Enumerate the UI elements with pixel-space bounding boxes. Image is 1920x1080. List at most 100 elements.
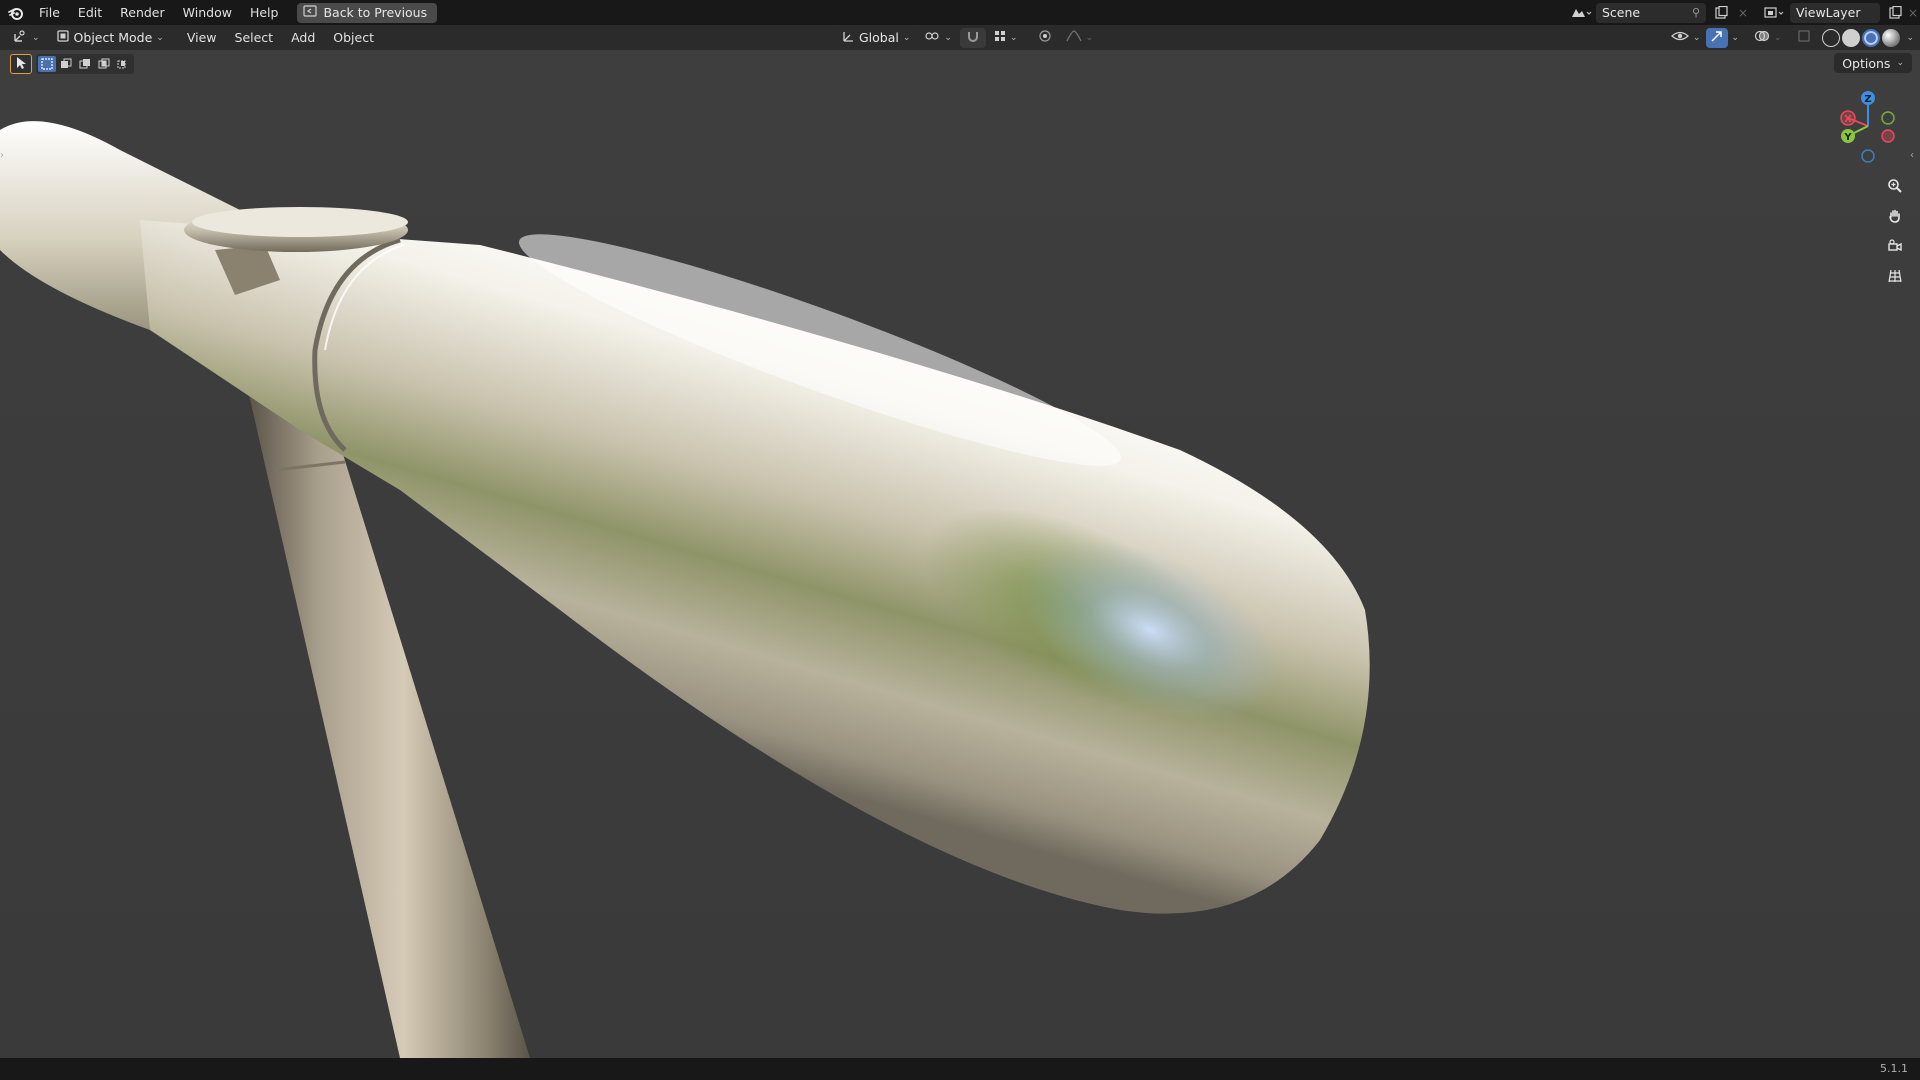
view-layer-selector-icon[interactable] xyxy=(1760,3,1790,23)
proportional-editing-icon xyxy=(1038,29,1052,46)
back-to-previous-label: Back to Previous xyxy=(323,5,428,20)
view-layer-name: ViewLayer xyxy=(1796,5,1861,20)
transform-orientation-dropdown[interactable]: Global ⌄ xyxy=(835,27,917,48)
grid-perspective-icon xyxy=(1887,268,1903,287)
chevron-down-icon: ⌄ xyxy=(1009,32,1018,43)
pin-icon[interactable]: ⚲ xyxy=(1692,6,1700,19)
viewport-header: ⌄ Object Mode ⌄ View Select Add Object G… xyxy=(0,25,1920,50)
new-view-layer-icon[interactable] xyxy=(1884,3,1906,23)
selection-mode-group xyxy=(36,54,134,74)
hand-icon xyxy=(1887,208,1903,227)
editor-type-icon xyxy=(12,29,28,46)
object-mode-label: Object Mode xyxy=(73,30,153,45)
material-preview-shading-button[interactable] xyxy=(1862,28,1881,47)
snap-grid-icon xyxy=(994,30,1006,45)
eye-selectability-icon xyxy=(1670,29,1689,46)
view-layer-name-field[interactable]: ViewLayer xyxy=(1790,2,1880,23)
disc-cap-top xyxy=(192,207,408,237)
select-tool-button[interactable] xyxy=(10,54,32,74)
pan-button[interactable] xyxy=(1882,204,1908,230)
top-bar: File Edit Render Window Help Back to Pre… xyxy=(0,0,1920,25)
solid-shading-button[interactable] xyxy=(1842,28,1861,47)
chevron-down-icon: ⌄ xyxy=(902,32,911,43)
blender-logo-icon[interactable] xyxy=(2,0,30,25)
pivot-icon xyxy=(924,29,940,46)
xray-toggle[interactable] xyxy=(1793,27,1816,48)
menu-window[interactable]: Window xyxy=(174,0,241,25)
shading-options-dropdown[interactable]: ⌄ xyxy=(1903,27,1920,48)
toolbar-expand-icon[interactable]: › xyxy=(0,150,8,166)
wireframe-shading-button[interactable] xyxy=(1822,28,1841,47)
proportional-falloff-dropdown[interactable]: ⌄ xyxy=(1059,27,1100,48)
select-subtract-button[interactable] xyxy=(76,56,94,72)
snap-target-dropdown[interactable]: ⌄ xyxy=(987,27,1024,48)
chevron-down-icon: ⌄ xyxy=(1896,58,1904,68)
scene-name: Scene xyxy=(1602,5,1641,20)
perspective-toggle-button[interactable] xyxy=(1882,264,1908,290)
editor-type-dropdown[interactable]: ⌄ xyxy=(6,27,46,48)
chevron-down-icon: ⌄ xyxy=(1906,32,1914,43)
zoom-icon xyxy=(1887,178,1903,197)
options-dropdown[interactable]: Options ⌄ xyxy=(1834,53,1912,73)
delete-scene-icon[interactable]: × xyxy=(1732,3,1754,23)
select-invert-button[interactable] xyxy=(95,56,113,72)
navigation-gizmo[interactable]: Z X Y xyxy=(1822,86,1902,166)
menu-object[interactable]: Object xyxy=(324,30,383,45)
scene-render[interactable] xyxy=(0,50,1920,1058)
sidebar-expand-icon[interactable]: ‹ xyxy=(1910,150,1918,166)
chevron-down-icon: ⌄ xyxy=(944,32,952,43)
tool-row xyxy=(10,53,134,75)
camera-view-button[interactable] xyxy=(1882,234,1908,260)
object-visibility-dropdown[interactable]: ⌄ xyxy=(1664,27,1707,48)
proportional-editing-toggle[interactable] xyxy=(1031,27,1058,48)
gizmo-neg-x[interactable] xyxy=(1881,129,1895,143)
chevron-down-icon: ⌄ xyxy=(32,32,40,43)
options-label: Options xyxy=(1842,55,1891,71)
chevron-down-icon: ⌄ xyxy=(1085,32,1094,43)
back-icon xyxy=(303,5,318,20)
falloff-curve-icon xyxy=(1065,30,1082,45)
chevron-down-icon: ⌄ xyxy=(1773,32,1782,43)
gizmo-icon xyxy=(1710,29,1724,46)
menu-help[interactable]: Help xyxy=(241,0,288,25)
orientation-label: Global xyxy=(859,30,899,45)
back-to-previous-button[interactable]: Back to Previous xyxy=(297,2,438,23)
new-scene-icon[interactable] xyxy=(1710,3,1732,23)
overlays-icon xyxy=(1754,29,1770,46)
chevron-down-icon: ⌄ xyxy=(1692,32,1701,43)
gizmo-y-label: Y xyxy=(1843,132,1852,143)
menu-edit[interactable]: Edit xyxy=(69,0,111,25)
select-new-button[interactable] xyxy=(38,56,56,72)
rendered-shading-button[interactable] xyxy=(1882,28,1901,47)
select-intersect-button[interactable] xyxy=(114,56,132,72)
menu-file[interactable]: File xyxy=(30,0,69,25)
delete-view-layer-icon[interactable]: × xyxy=(1906,3,1920,23)
menu-view[interactable]: View xyxy=(178,30,226,45)
cursor-icon xyxy=(15,56,27,73)
snap-toggle[interactable] xyxy=(959,27,986,48)
object-mode-icon xyxy=(56,29,70,46)
orientation-icon xyxy=(841,29,855,46)
scene-selector-icon[interactable] xyxy=(1566,3,1596,23)
status-bar: 5.1.1 xyxy=(0,1058,1920,1080)
menu-add[interactable]: Add xyxy=(282,30,324,45)
camera-icon xyxy=(1887,238,1903,257)
chevron-down-icon: ⌄ xyxy=(1731,32,1739,43)
select-extend-button[interactable] xyxy=(57,56,75,72)
overlays-toggle[interactable]: ⌄ xyxy=(1747,27,1788,48)
zoom-button[interactable] xyxy=(1882,174,1908,200)
pivot-point-dropdown[interactable]: ⌄ xyxy=(918,27,958,48)
object-mode-dropdown[interactable]: Object Mode ⌄ xyxy=(49,27,170,48)
magnet-icon xyxy=(966,29,980,46)
gizmo-toggle[interactable] xyxy=(1706,27,1729,48)
3d-viewport[interactable]: › ‹ xyxy=(0,50,1920,1058)
menu-render[interactable]: Render xyxy=(111,0,174,25)
gizmo-neg-y[interactable] xyxy=(1881,111,1895,125)
version-label: 5.1.1 xyxy=(1880,1062,1908,1075)
gizmo-options-dropdown[interactable]: ⌄ xyxy=(1728,27,1742,48)
gizmo-neg-z[interactable] xyxy=(1861,149,1875,163)
menu-select[interactable]: Select xyxy=(226,30,283,45)
gizmo-z-label: Z xyxy=(1864,94,1871,105)
chevron-down-icon: ⌄ xyxy=(156,32,164,43)
scene-name-field[interactable]: Scene ⚲ xyxy=(1596,2,1706,23)
